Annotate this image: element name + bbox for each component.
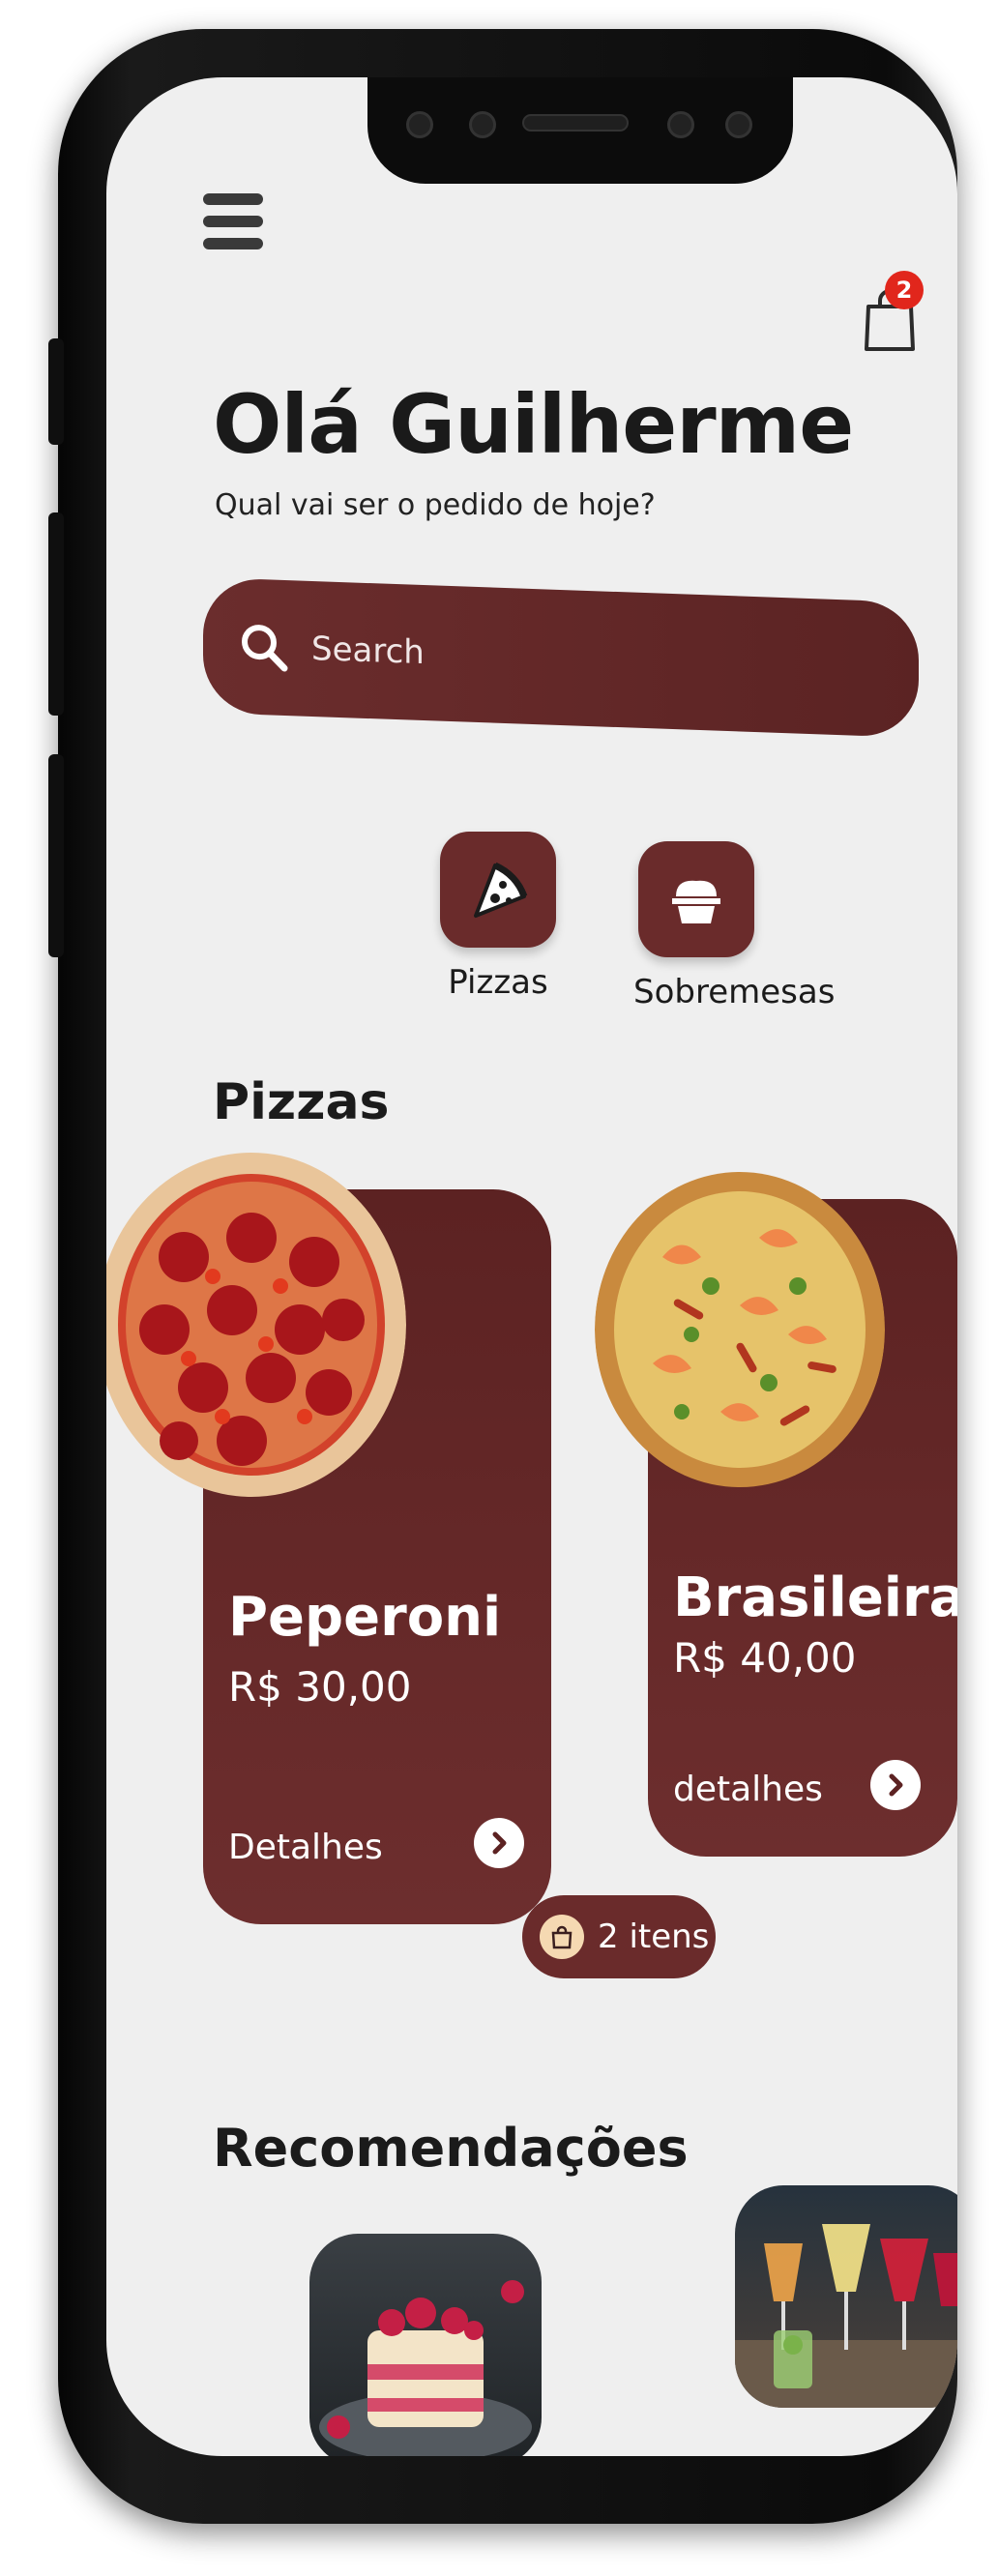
pizza-price: R$ 40,00 [673,1634,857,1682]
speaker-grille [522,114,629,132]
cupcake-icon [672,880,720,923]
recommendation-cake-image[interactable] [309,2234,542,2456]
mute-switch [48,338,64,445]
pizza-price: R$ 30,00 [228,1663,412,1711]
pepperoni-pizza-image [106,1151,406,1499]
greeting-title: Olá Guilherme [213,377,854,472]
phone-notch [367,77,793,184]
category-label: Sobremesas [633,973,836,1011]
category-sobremesas[interactable]: Sobremesas [633,841,836,1011]
category-pizzas[interactable]: Pizzas [435,832,561,1002]
pizza-name: Peperoni [228,1586,502,1649]
recommendations-section-title: Recomendações [213,2118,689,2179]
pizza-details-link[interactable]: Detalhes [228,1828,383,1867]
pizza-details-link[interactable]: detalhes [673,1770,823,1809]
app-screen: 2 Olá Guilherme Qual vai ser o pedido de… [106,77,957,2456]
search-icon [242,625,288,672]
camera-dot [469,111,496,138]
volume-up-button [48,512,64,716]
pizza-slice-icon [474,862,528,918]
category-sobremesas-button[interactable] [638,841,754,957]
cart-count-badge: 2 [885,271,924,309]
shopping-bag-icon [540,1915,584,1959]
sensor-dot [667,111,694,138]
chevron-right-icon[interactable] [870,1760,921,1810]
search-bar[interactable] [203,577,919,738]
front-camera [725,111,752,138]
cart-summary-button[interactable]: 2 itens [522,1895,716,1978]
pizzas-section-title: Pizzas [213,1073,390,1131]
brasileira-pizza-image [595,1170,885,1489]
cart-summary-label: 2 itens [598,1917,710,1956]
chevron-right-icon[interactable] [474,1818,524,1868]
greeting-subtitle: Qual vai ser o pedido de hoje? [215,488,656,522]
sensor-dot [406,111,433,138]
hamburger-menu-icon[interactable] [203,193,263,261]
category-label: Pizzas [448,963,548,1002]
category-pizzas-button[interactable] [440,832,556,948]
recommendation-drinks-image[interactable] [735,2185,957,2408]
search-input[interactable] [309,628,851,688]
volume-down-button [48,754,64,957]
pizza-name: Brasileira [673,1566,957,1629]
